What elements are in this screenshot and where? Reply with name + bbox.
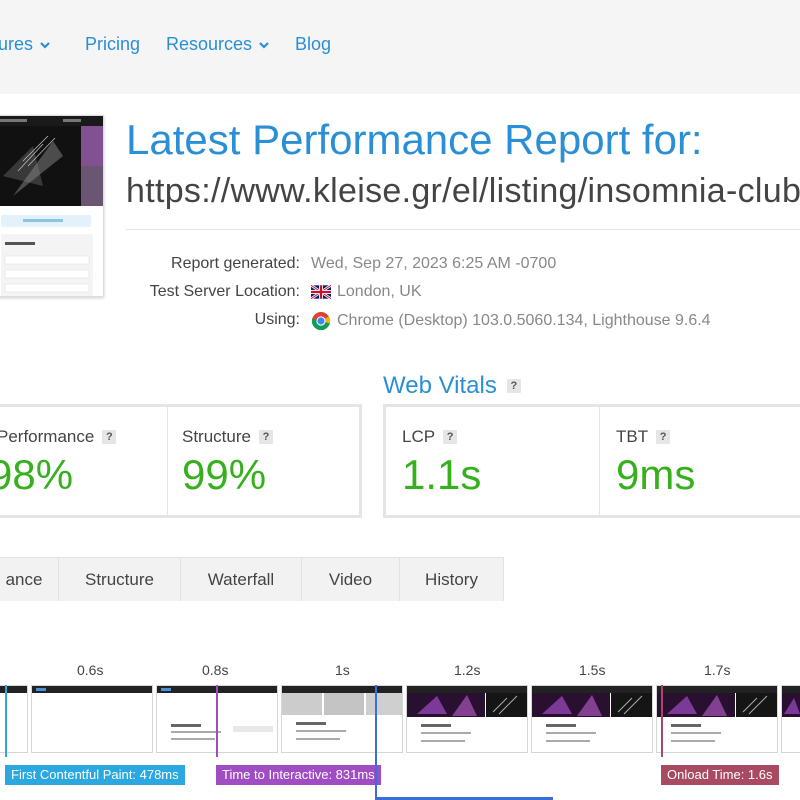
meta-using: Using: Chrome (Desktop) 103.0.5060.134, …: [0, 311, 800, 335]
filmstrip-frame[interactable]: [656, 685, 778, 753]
filmstrip-frame[interactable]: [31, 685, 153, 753]
tbt-label-row: TBT ?: [616, 427, 671, 447]
timeline-tick: 0.6s: [77, 662, 104, 678]
performance-value: 98%: [0, 451, 74, 498]
meta-value: Wed, Sep 27, 2023 6:25 AM -0700: [311, 255, 556, 273]
tbt-value: 9ms: [616, 451, 696, 498]
chevron-down-icon: [259, 41, 269, 49]
help-icon[interactable]: ?: [443, 430, 458, 444]
onload-marker-label: Onload Time: 1.6s: [661, 765, 779, 785]
structure-label-row: Structure ?: [182, 427, 273, 447]
report-title: Latest Performance Report for:: [126, 116, 703, 163]
meta-value: London, UK: [311, 283, 422, 301]
frame-image: [282, 693, 402, 740]
filmstrip-frame[interactable]: [531, 685, 653, 753]
structure-label: Structure: [182, 427, 251, 446]
performance-metric: Performance ? 98%: [0, 407, 167, 515]
gtmetrix-grades-box: Performance ? 98% Structure ? 99%: [0, 404, 362, 518]
meta-report-generated: Report generated: Wed, Sep 27, 2023 6:25…: [0, 255, 800, 279]
test-server-location-value: London, UK: [337, 283, 422, 300]
lcp-marker-line: [375, 685, 377, 800]
lcp-metric: LCP ? 1.1s: [386, 407, 599, 515]
frame-image: [407, 693, 527, 742]
timeline-tick: 1.2s: [454, 662, 481, 678]
structure-metric: Structure ? 99%: [168, 407, 358, 515]
report-generated-value: Wed, Sep 27, 2023 6:25 AM -0700: [311, 255, 557, 272]
tab-structure[interactable]: Structure: [59, 558, 181, 601]
nav-resources[interactable]: Resources: [166, 34, 270, 55]
meta-value: Chrome (Desktop) 103.0.5060.134, Lightho…: [311, 311, 711, 331]
frame-image: [36, 688, 46, 691]
uk-flag-icon: [311, 285, 331, 299]
help-icon[interactable]: ?: [506, 379, 521, 393]
tti-marker-label: Time to Interactive: 831ms: [216, 765, 381, 785]
divider: [126, 229, 800, 230]
nav-features-label: ures: [0, 34, 34, 54]
timeline-tick: 1s: [335, 662, 350, 678]
help-icon[interactable]: ?: [656, 430, 671, 444]
filmstrip-frame[interactable]: [406, 685, 528, 753]
performance-label: Performance: [0, 427, 95, 446]
help-icon[interactable]: ?: [258, 430, 273, 444]
lcp-label-row: LCP ?: [402, 427, 458, 447]
tab-performance[interactable]: ance: [0, 558, 59, 601]
nav-blog[interactable]: Blog: [295, 34, 331, 55]
report-url: https://www.kleise.gr/el/listing/insomni…: [126, 172, 800, 210]
tbt-label: TBT: [616, 427, 649, 446]
filmstrip-frame[interactable]: [281, 685, 403, 753]
frame-image: [657, 693, 777, 742]
timeline-tick: 1.5s: [579, 662, 606, 678]
lcp-label: LCP: [402, 427, 436, 446]
lcp-value: 1.1s: [402, 451, 482, 498]
nav-resources-label: Resources: [166, 34, 253, 54]
using-value: Chrome (Desktop) 103.0.5060.134, Lightho…: [337, 312, 711, 329]
filmstrip-frame[interactable]: [781, 685, 800, 753]
top-navigation: ures Pricing Resources Blog: [0, 0, 800, 94]
meta-label: Using:: [254, 311, 300, 328]
meta-test-server-location: Test Server Location: London, UK: [0, 283, 800, 307]
tab-video[interactable]: Video: [302, 558, 400, 601]
tab-waterfall[interactable]: Waterfall: [181, 558, 302, 601]
frame-image: [532, 693, 652, 742]
tti-marker-line: [216, 685, 218, 757]
chrome-icon: [311, 312, 331, 331]
fcp-marker-label: First Contentful Paint: 478ms: [5, 765, 185, 785]
meta-label: Report generated:: [171, 255, 300, 272]
web-vitals-heading: Web Vitals ?: [383, 372, 521, 400]
performance-label-row: Performance ?: [0, 427, 117, 447]
onload-marker-line: [661, 685, 663, 757]
meta-label: Test Server Location:: [149, 283, 300, 300]
timeline-tick: 0.8s: [202, 662, 229, 678]
report-tabs: ance Structure Waterfall Video History: [0, 557, 504, 601]
chevron-down-icon: [40, 41, 50, 49]
help-icon[interactable]: ?: [102, 430, 117, 444]
fcp-marker-line: [5, 685, 7, 757]
nav-pricing[interactable]: Pricing: [85, 34, 140, 55]
web-vitals-box: LCP ? 1.1s TBT ? 9ms: [383, 404, 800, 518]
tbt-metric: TBT ? 9ms: [600, 407, 800, 515]
web-vitals-title: Web Vitals: [383, 372, 497, 399]
nav-features[interactable]: ures: [0, 34, 51, 55]
frame-image: [782, 693, 800, 717]
tab-history[interactable]: History: [400, 558, 504, 601]
timeline-tick: 1.7s: [704, 662, 731, 678]
structure-value: 99%: [182, 451, 267, 498]
